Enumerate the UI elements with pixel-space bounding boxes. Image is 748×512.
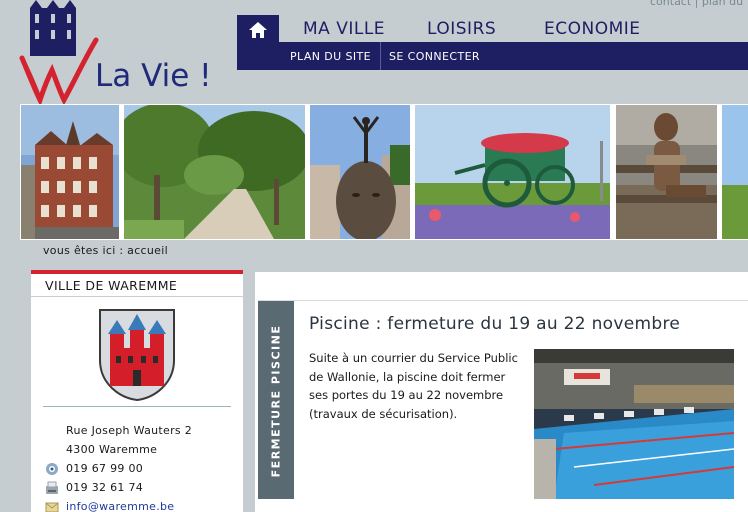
article-category-tab: FERMETURE PISCINE [258,301,294,499]
nav-item-loisirs[interactable]: LOISIRS [427,19,496,39]
sub-nav-se-connecter[interactable]: SE CONNECTER [389,50,480,63]
article-photo-pool [534,349,734,499]
city-crest [98,308,176,406]
home-icon [249,22,267,38]
phone-icon [45,461,59,480]
fax-icon [45,480,59,499]
address-city: 4300 Waremme [66,443,158,456]
top-links: contact | plan du [650,0,743,8]
sub-nav-bar: PLAN DU SITE SE CONNECTER [279,42,748,70]
article-body: Suite à un courrier du Service Public de… [309,351,518,421]
fax-number: 019 32 61 74 [66,481,144,494]
breadcrumb: vous êtes ici : accueil [20,240,748,270]
sub-nav-divider [380,42,381,70]
sidebar-divider [43,406,231,407]
phone-number[interactable]: 019 67 99 00 [66,462,143,475]
email-link[interactable]: info@waremme.be [66,500,174,512]
home-button[interactable] [237,15,279,70]
banner-photo-flower-cart [415,105,610,239]
photo-banner [20,104,748,240]
main-content: FERMETURE PISCINE Piscine : fermeture du… [255,272,748,512]
nav-item-economie[interactable]: ECONOMIE [544,19,641,39]
banner-photo-town-hall [21,105,119,239]
banner-photo-statue [310,105,410,239]
sidebar-title-bar: VILLE DE WAREMME [31,274,243,297]
article-title[interactable]: Piscine : fermeture du 19 au 22 novembre [309,314,680,334]
sidebar-title: VILLE DE WAREMME [45,278,178,293]
main-nav: MA VILLE LOISIRS ECONOMIE PLAN DU SITE S… [237,15,748,70]
article-category-label: FERMETURE PISCINE [269,324,283,478]
banner-photo-landscape [722,105,748,239]
top-link-separator: | [694,0,699,8]
news-article: FERMETURE PISCINE Piscine : fermeture du… [258,300,748,499]
sub-nav-plan-du-site[interactable]: PLAN DU SITE [290,50,371,63]
email-icon [45,499,59,512]
contact-link[interactable]: contact [650,0,691,8]
coat-of-arms-icon [99,309,175,402]
banner-photo-bench-statue [616,105,717,239]
sidebar-city-info: VILLE DE WAREMME Rue Joseph Wauters 2 43… [31,270,243,512]
logo-tagline: La Vie ! [95,58,212,94]
breadcrumb-text: vous êtes ici : accueil [43,244,168,257]
address-street: Rue Joseph Wauters 2 [66,424,193,437]
nav-item-ma-ville[interactable]: MA VILLE [303,19,385,39]
banner-photo-park [124,105,305,239]
site-map-top-link[interactable]: plan du [702,0,743,8]
